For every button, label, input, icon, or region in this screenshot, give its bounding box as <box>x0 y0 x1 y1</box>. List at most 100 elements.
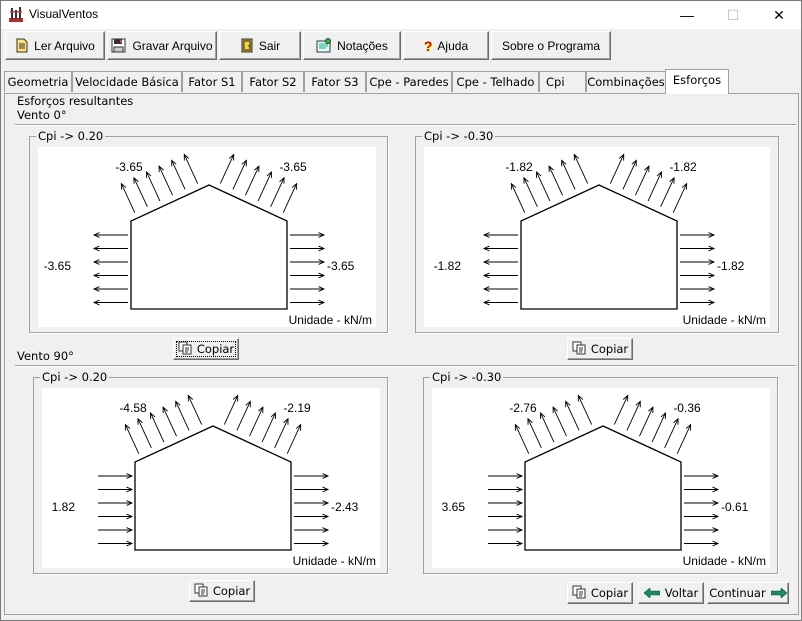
force-arrow-shaft <box>120 183 136 213</box>
notacoes-button[interactable]: Notações <box>303 31 401 60</box>
force-arrow-shaft <box>527 418 542 449</box>
force-arrow-shaft <box>577 395 593 425</box>
force-arrow-shaft <box>162 406 177 437</box>
tab-cpe-telhado[interactable]: Cpe - Telhado <box>452 71 539 92</box>
minimize-button[interactable]: — <box>664 1 710 29</box>
force-arrow-shaft <box>257 171 272 202</box>
close-icon: ✕ <box>773 7 785 23</box>
copy-icon <box>572 585 586 602</box>
force-arrow-shaft <box>137 418 152 449</box>
force-arrow-shaft <box>150 412 165 443</box>
tab-cpe-paredes[interactable]: Cpe - Paredes <box>366 71 452 92</box>
wall-right-value: -2.43 <box>331 500 359 514</box>
tab-velocidade-basica[interactable]: Velocidade Básica <box>72 71 182 92</box>
roof-right-value: -1.82 <box>669 160 697 174</box>
force-diagram: -3.65 -3.65 -3.65 -3.65 Unidade - kN/m <box>44 153 372 327</box>
diagram-canvas: -1.82 -1.82 -1.82 -1.82 Unidade - kN/m <box>424 147 770 327</box>
force-arrow-shaft <box>536 171 551 202</box>
continuar-button[interactable]: Continuar <box>707 582 789 604</box>
title-bar: VisualVentos — ☐ ✕ <box>1 1 801 29</box>
force-arrow-shaft <box>133 177 148 208</box>
vento-0-label: Vento 0° <box>17 108 67 122</box>
force-arrow-shaft <box>232 160 247 190</box>
force-arrow-shaft <box>548 165 563 196</box>
force-arrow-shaft <box>183 154 199 184</box>
close-button[interactable]: ✕ <box>756 1 802 29</box>
force-diagram: -1.82 -1.82 -1.82 -1.82 Unidade - kN/m <box>434 153 766 327</box>
save-file-icon <box>111 38 126 53</box>
wall-left-value: 1.82 <box>52 500 76 514</box>
copiar-button-2[interactable]: Copiar <box>567 338 633 360</box>
force-arrow-shaft <box>514 424 530 454</box>
voltar-button[interactable]: Voltar <box>638 582 704 604</box>
copiar-label: Copiar <box>590 586 629 600</box>
maximize-icon: ☐ <box>726 7 740 23</box>
roof-left-value: -4.58 <box>119 401 147 415</box>
wall-left-value: -1.82 <box>434 259 462 273</box>
tab-combinacoes[interactable]: Combinações <box>586 71 666 92</box>
open-file-icon <box>16 38 28 53</box>
voltar-label: Voltar <box>664 586 699 600</box>
wall-right-value: -0.61 <box>721 500 749 514</box>
sobre-programa-button[interactable]: Sobre o Programa <box>491 31 611 60</box>
roof-right-value: -0.36 <box>673 401 701 415</box>
copiar-button-1[interactable]: Copiar <box>173 338 239 360</box>
tab-fator-s1[interactable]: Fator S1 <box>182 71 242 92</box>
copy-icon <box>194 583 208 600</box>
group-label: Cpi -> 0.20 <box>40 370 110 384</box>
diagram-canvas: -2.76 -0.36 3.65 -0.61 Unidade - kN/m <box>432 388 770 568</box>
diagram-group-vento0-cpi-020: Cpi -> 0.20 -3.65 -3.65 -3.65 -3.65 Unidade … <box>29 129 388 333</box>
continuar-label: Continuar <box>709 586 766 600</box>
force-arrow-shaft <box>672 183 688 213</box>
sair-button[interactable]: Sair <box>219 31 301 60</box>
force-arrow-shaft <box>219 154 235 184</box>
force-arrow-shaft <box>639 406 654 437</box>
tab-cpi[interactable]: Cpi <box>539 71 586 92</box>
copiar-button-4[interactable]: Copiar <box>567 582 633 604</box>
arrow-left-icon <box>643 588 660 598</box>
wall-left-value: 3.65 <box>442 500 466 514</box>
force-arrow-shaft <box>236 401 251 431</box>
ajuda-button[interactable]: ? Ajuda <box>403 31 489 60</box>
force-arrow-shaft <box>286 424 302 454</box>
wall-right-value: -3.65 <box>327 259 355 273</box>
gravar-arquivo-button[interactable]: Gravar Arquivo <box>107 31 217 60</box>
vento-0-divider <box>15 124 796 126</box>
force-arrow-shaft <box>647 171 662 202</box>
copiar-label: Copiar <box>590 342 629 356</box>
vento-90-label: Vento 90° <box>17 349 74 363</box>
diagram-group-vento90-cpi-020: Cpi -> 0.20 -4.58 -2.19 1.82 -2.43 Unidade -… <box>33 370 388 574</box>
force-arrow-shaft <box>635 165 650 196</box>
copiar-button-3[interactable]: Copiar <box>189 580 255 602</box>
force-arrow-shaft <box>609 154 625 184</box>
force-arrow-shaft <box>175 401 190 431</box>
roof-left-value: -2.76 <box>509 401 537 415</box>
notes-icon <box>316 38 332 53</box>
tab-fator-s2[interactable]: Fator S2 <box>242 71 304 92</box>
force-arrow-shaft <box>651 412 666 443</box>
force-arrow-shaft <box>660 177 675 208</box>
app-window: VisualVentos — ☐ ✕ Ler Arquivo Gravar Ar… <box>0 0 802 621</box>
vento-90-divider <box>15 365 796 367</box>
tab-fator-s3[interactable]: Fator S3 <box>304 71 366 92</box>
force-arrow-shaft <box>523 177 538 208</box>
ler-arquivo-button[interactable]: Ler Arquivo <box>5 31 105 60</box>
maximize-button[interactable]: ☐ <box>710 1 756 29</box>
app-icon <box>9 7 23 22</box>
force-arrow-shaft <box>622 160 637 190</box>
force-arrow-shaft <box>187 395 203 425</box>
force-arrow-shaft <box>561 160 576 190</box>
roof-left-value: -1.82 <box>505 160 533 174</box>
roof-right-value: -3.65 <box>279 160 307 174</box>
esforcos-panel: Esforços resultantes Vento 0° Cpi -> 0.2… <box>4 93 799 615</box>
force-arrow-shaft <box>158 165 173 196</box>
diagram-canvas: -4.58 -2.19 1.82 -2.43 Unidade - kN/m <box>42 388 380 568</box>
force-arrow-shaft <box>664 418 679 449</box>
force-arrow-shaft <box>510 183 526 213</box>
building-outline <box>524 425 682 551</box>
copy-icon <box>572 341 586 358</box>
tab-geometria[interactable]: Geometria <box>4 71 72 92</box>
force-arrow-shaft <box>245 165 260 196</box>
roof-right-value: -2.19 <box>283 401 311 415</box>
tab-esforcos[interactable]: Esforços <box>665 69 729 94</box>
